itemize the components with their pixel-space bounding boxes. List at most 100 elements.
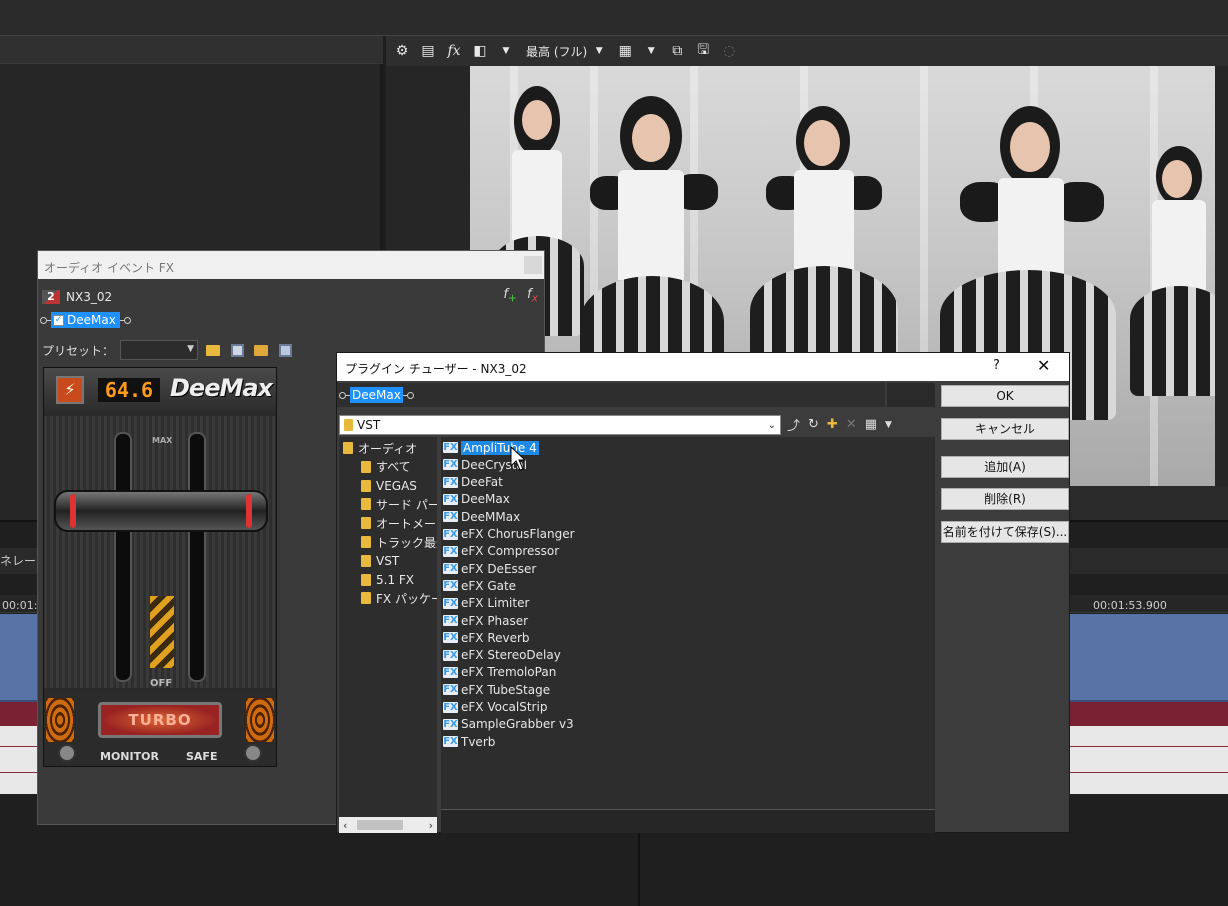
monitor-switch[interactable] (58, 744, 76, 762)
plugin-list-item[interactable]: FX SampleGrabber v3 (443, 716, 574, 733)
tree-item[interactable]: 5.1 FX (361, 571, 414, 589)
properties-icon[interactable]: ▤ (418, 41, 438, 61)
plugin-chooser-titlebar[interactable]: プラグイン チューザー - NX3_02 (337, 353, 1069, 381)
chooser-chain-plugin-label: DeeMax (352, 388, 401, 402)
plugin-list-item[interactable]: FX eFX Limiter (443, 595, 529, 612)
gear-icon[interactable]: ⚙ (392, 41, 412, 61)
plugin-name: eFX ChorusFlanger (461, 527, 575, 541)
save-all-presets-icon[interactable] (276, 341, 294, 359)
save-preset-icon[interactable] (228, 341, 246, 359)
quality-dropdown-icon[interactable]: ▼ (589, 41, 609, 61)
fader-slot (188, 432, 206, 682)
folder-path-select[interactable]: VST ⌄ (339, 415, 781, 435)
refresh-icon[interactable]: ↻ (808, 417, 819, 432)
delete-folder-icon[interactable]: ✕ (846, 417, 857, 432)
plugin-list-item[interactable]: FX eFX Reverb (443, 629, 530, 646)
open-preset-folder-icon[interactable] (204, 341, 222, 359)
plugin-list-item[interactable]: FX DeeMMax (443, 508, 520, 525)
event-name: NX3_02 (66, 290, 113, 304)
close-button[interactable]: ✕ (1037, 356, 1050, 375)
view-options-icon[interactable]: ▦ (865, 417, 877, 432)
view-dropdown-icon[interactable]: ▼ (885, 420, 892, 430)
dropdown-arrow-icon[interactable]: ▼ (496, 41, 516, 61)
deemax-value-display: 64.6 (98, 378, 160, 402)
add-fx-icon[interactable]: f+ (503, 287, 517, 305)
remove-fx-icon[interactable]: fx (527, 287, 538, 305)
tree-item[interactable]: サード パーテ (361, 495, 437, 513)
chooser-chain-plugin-deemax[interactable]: DeeMax (350, 387, 403, 403)
fx-plugin-icon: FX (443, 632, 458, 644)
plugin-list-item[interactable]: FX DeeFat (443, 474, 503, 491)
plugin-name: Tverb (461, 734, 496, 749)
tree-item[interactable]: オーディオ (343, 439, 417, 457)
remove-button[interactable]: 削除(R) (941, 488, 1069, 510)
fx-plugin-icon: FX (443, 649, 458, 661)
help-button[interactable]: ? (993, 358, 1000, 373)
tree-item[interactable]: すべて (361, 458, 411, 476)
tree-item-label: VST (376, 553, 400, 568)
bypass-checkbox[interactable]: ✓ (53, 314, 64, 326)
copy-preset-icon[interactable] (252, 341, 270, 359)
plugin-list-item[interactable]: FX eFX TubeStage (443, 681, 550, 698)
folder-icon (361, 479, 371, 492)
plugin-list-item[interactable]: FX eFX StereoDelay (443, 647, 561, 664)
plugin-list-item[interactable]: FX eFX VocalStrip (443, 699, 547, 716)
save-snapshot-icon[interactable]: 🖫 (693, 41, 713, 61)
folder-icon (361, 592, 371, 605)
plugin-list-item[interactable]: FX eFX TremoloPan (443, 664, 556, 681)
scroll-right-icon[interactable]: › (429, 819, 433, 832)
safe-switch[interactable] (244, 744, 262, 762)
folder-icon (361, 573, 371, 586)
plugin-category-tree: オーディオすべて VEGAS サード パーテオートメーショトラック最適 VST 5.1 … (339, 437, 437, 817)
preset-row: プリセット： (42, 340, 294, 360)
deemax-fader-handle[interactable] (54, 490, 268, 532)
tree-item[interactable]: オートメーショ (361, 514, 437, 532)
grid-overlay-icon[interactable]: ▦ (615, 41, 635, 61)
plugin-list-item[interactable]: FX DeeMax (443, 491, 510, 508)
fx-icon[interactable]: fx (444, 41, 464, 61)
left-pane-header (0, 36, 383, 64)
tree-item[interactable]: VEGAS (361, 477, 417, 495)
plugin-list-item[interactable]: FX eFX Phaser (443, 612, 528, 629)
preview-quality-select[interactable]: 最高 (フル) (522, 43, 591, 60)
ok-button[interactable]: OK (941, 385, 1069, 407)
tree-item[interactable]: VST (361, 552, 399, 570)
tree-item-label: すべて (376, 460, 411, 475)
scroll-left-icon[interactable]: ‹ (343, 819, 347, 832)
disabled-tool-icon: ◌ (723, 43, 736, 59)
plugin-list-item[interactable]: FX eFX ChorusFlanger (443, 526, 575, 543)
chain-input-node (339, 391, 346, 399)
tree-item-label: オートメーショ (376, 516, 437, 531)
fx-plugin-icon: FX (443, 736, 458, 748)
fx-plugin-icon: FX (443, 545, 458, 557)
lightning-icon[interactable]: ⚡ (56, 376, 84, 404)
split-screen-icon[interactable]: ◧ (470, 41, 490, 61)
grid-dropdown-icon[interactable]: ▼ (641, 41, 661, 61)
plugin-list-item[interactable]: FX eFX Gate (443, 577, 516, 594)
preset-select[interactable] (120, 340, 199, 360)
plugin-list-item[interactable]: FX eFX Compressor (443, 543, 559, 560)
folder-icon (344, 419, 353, 431)
fx-window-close-button[interactable] (524, 256, 542, 274)
fx-window-titlebar[interactable]: オーディオ イベント FX (38, 251, 544, 279)
copy-snapshot-icon[interactable]: ⧉ (667, 41, 687, 61)
add-button[interactable]: 追加(A) (941, 456, 1069, 478)
plugin-list-item[interactable]: FX Tverb (443, 733, 495, 750)
plugin-name: DeeMMax (461, 509, 521, 524)
plugin-chooser-dialog: プラグイン チューザー - NX3_02 ? ✕ DeeMax VST ⌄ ⤴ … (336, 352, 1070, 833)
fx-chain-plugin-deemax[interactable]: ✓ DeeMax (51, 312, 120, 328)
save-as-button[interactable]: 名前を付けて保存(S)... (941, 521, 1069, 543)
turbo-button[interactable]: TURBO (98, 702, 222, 738)
new-folder-icon[interactable]: ✚ (827, 417, 838, 432)
cancel-button[interactable]: キャンセル (941, 418, 1069, 440)
preset-label: プリセット： (42, 343, 115, 358)
tree-scroll-thumb[interactable] (357, 820, 403, 830)
tree-item[interactable]: FX パッケージ (361, 589, 437, 607)
tree-item-label: トラック最適 (376, 535, 437, 550)
up-folder-icon[interactable]: ⤴ (787, 415, 800, 434)
tree-item-label: 5.1 FX (376, 572, 415, 587)
fx-plugin-icon: FX (443, 684, 458, 696)
plugin-list-item[interactable]: FX eFX DeEsser (443, 560, 536, 577)
plugin-name: eFX Compressor (461, 544, 560, 559)
tree-item[interactable]: トラック最適 (361, 533, 437, 551)
